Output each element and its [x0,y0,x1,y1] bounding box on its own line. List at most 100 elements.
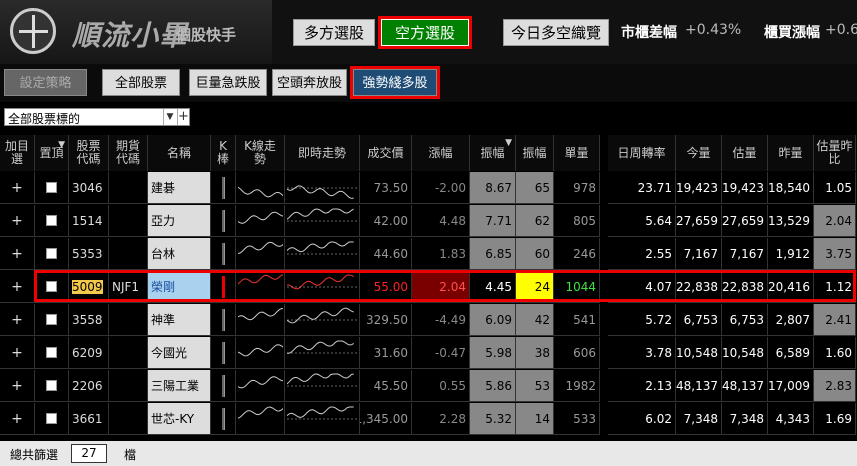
header-col-yest-volume[interactable]: 昨量 [768,135,814,171]
cell-price: 55.00 [360,271,412,303]
header-col-est-ratio[interactable]: 估量昨比 [814,135,856,171]
add-watch-icon[interactable]: + [11,279,23,295]
chevron-down-icon[interactable]: ▼ [163,109,176,125]
cell-yest-volume: 20,416 [768,271,814,303]
cell-est-volume: 6,753 [722,304,768,336]
cell-futures [109,403,148,435]
add-icon[interactable]: + [177,109,189,125]
tab-strong-bull[interactable]: 強勢綫多股 [350,66,440,99]
cell-change: 2.28 [412,403,470,435]
cell-kline [236,370,285,402]
header-col-kbar[interactable]: K棒 [211,135,236,171]
cell-amplitude: 5.32 [470,403,516,435]
header-col-futures[interactable]: 期貨代碼 [109,135,148,171]
header-col-today-volume[interactable]: 今量 [676,135,722,171]
cell-realtime [285,205,360,237]
cell-add[interactable]: + [0,370,35,402]
pin-sort-icon[interactable]: ▼ [58,139,65,152]
header-col-add[interactable]: 加目選 [0,135,35,171]
header-label: 名稱 [166,145,191,160]
cell-est-ratio: 1.05 [814,172,856,204]
kline-sparkline [237,405,283,419]
add-watch-icon[interactable]: + [11,411,23,427]
cell-add[interactable]: + [0,205,35,237]
add-watch-icon[interactable]: + [11,213,23,229]
cell-price: 45.50 [360,370,412,402]
cell-add[interactable]: + [0,238,35,270]
cell-add[interactable]: + [0,403,35,435]
stock-filter-select[interactable]: 全部股票標的 ▼ + [4,108,190,126]
cell-add[interactable]: + [0,304,35,336]
pin-checkbox[interactable] [46,347,57,358]
total-filter-label: 總共篩選 [10,448,59,462]
cell-code: 5353 [69,238,109,270]
cell-kbar [211,271,236,303]
cell-est-volume: 19,423 [722,172,768,204]
header-col-unit-volume[interactable]: 單量 [554,135,600,171]
long-pick-button[interactable]: 多方選股 [293,19,375,46]
header-col-amplitude2[interactable]: 振幅 [516,135,554,171]
cell-realtime [285,337,360,369]
add-watch-icon[interactable]: + [11,180,23,196]
cell-name: 榮剛 [148,271,211,303]
sort-desc-icon[interactable]: ▼ [505,137,512,150]
cell-amplitude2: 42 [516,304,554,336]
tab-all-stocks[interactable]: 全部股票 [102,69,180,96]
short-pick-button[interactable]: 空方選股 [378,16,472,49]
add-watch-icon[interactable]: + [11,312,23,328]
cell-futures [109,172,148,204]
tab-volume-drop[interactable]: 巨量急跌股 [189,69,267,96]
pin-checkbox[interactable] [46,281,57,292]
header: 順流小畢 個股快手 多方選股 空方選股 今日多空織覽 市櫃差幅 +0.43% 櫃… [0,0,857,64]
add-watch-icon[interactable]: + [11,246,23,262]
header-col-amplitude[interactable]: 振幅 ▼ [470,135,516,171]
cell-realtime [285,304,360,336]
header-col-turnover[interactable]: 日周轉率 [608,135,676,171]
cell-add[interactable]: + [0,271,35,303]
total-filter-count: 27 [71,444,107,463]
cell-est-volume: 48,137 [722,370,768,402]
cell-add[interactable]: + [0,337,35,369]
cell-pin [35,238,69,270]
header-col-est-volume[interactable]: 估量 [722,135,768,171]
cell-pin [35,403,69,435]
pin-checkbox[interactable] [46,215,57,226]
cell-futures [109,238,148,270]
cell-unit-volume: 978 [554,172,600,204]
pin-checkbox[interactable] [46,380,57,391]
cell-name: 建碁 [148,172,211,204]
candle-icon [221,275,225,298]
tab-bear-release[interactable]: 空頭奔放股 [272,69,347,96]
cell-add[interactable]: + [0,172,35,204]
pin-checkbox[interactable] [46,248,57,259]
cell-yest-volume: 2,807 [768,304,814,336]
cell-pin [35,205,69,237]
header-col-pin[interactable]: 置頂 ▼ [35,135,69,171]
add-watch-icon[interactable]: + [11,378,23,394]
header-col-realtime[interactable]: 即時走勢 [285,135,360,171]
cell-kline [236,238,285,270]
header-label: 日周轉率 [617,145,666,160]
pin-checkbox[interactable] [46,314,57,325]
header-label: 漲幅 [428,145,453,160]
pin-checkbox[interactable] [46,182,57,193]
cell-futures [109,370,148,402]
header-col-code[interactable]: 股票代碼 [69,135,109,171]
cell-est-volume: 7,167 [722,238,768,270]
header-col-kline[interactable]: K線走勢 [236,135,285,171]
candle-icon [221,176,225,199]
set-strategy-button[interactable]: 設定策略 [4,69,87,96]
cell-futures [109,304,148,336]
realtime-sparkline [286,307,357,323]
header-col-change[interactable]: 漲幅 [412,135,470,171]
kline-sparkline [237,274,283,285]
pin-checkbox[interactable] [46,413,57,424]
market-spread-label: 市櫃差幅 [621,25,677,41]
add-watch-icon[interactable]: + [11,345,23,361]
cell-unit-volume: 541 [554,304,600,336]
header-col-price[interactable]: 成交價 [360,135,412,171]
cell-realtime [285,172,360,204]
today-overview-button[interactable]: 今日多空織覽 [503,19,609,46]
logo-title: 順流小畢 [72,19,189,52]
header-col-name[interactable]: 名稱 [148,135,211,171]
